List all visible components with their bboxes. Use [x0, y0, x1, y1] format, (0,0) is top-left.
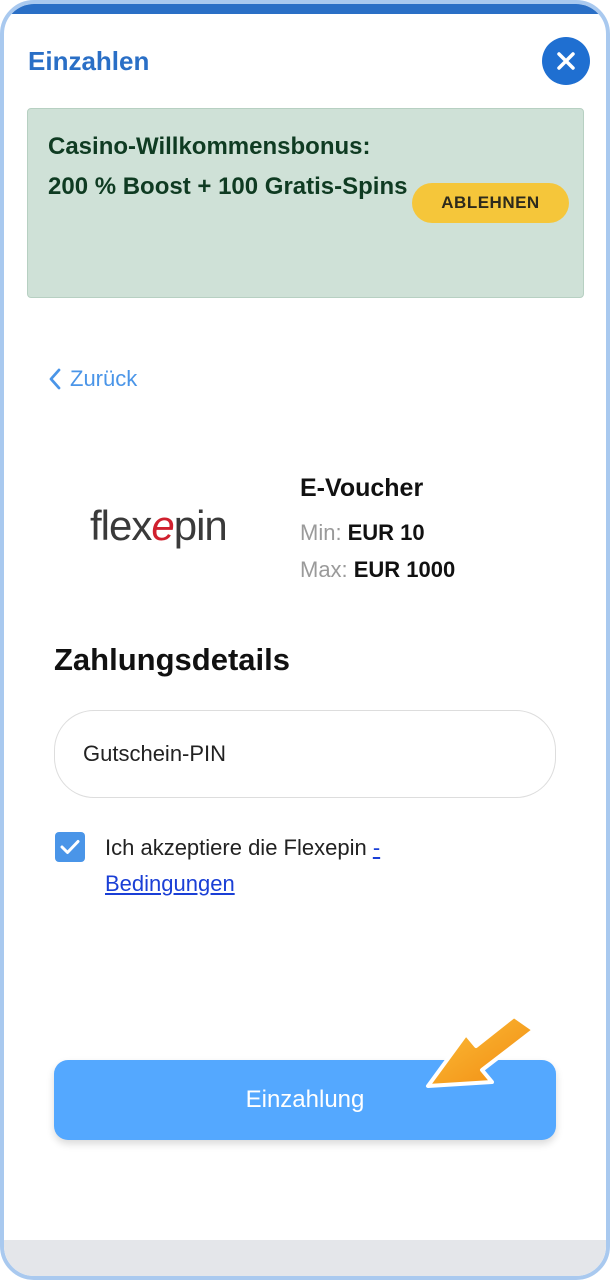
page-title: Einzahlen	[28, 46, 150, 76]
min-amount: Min: EUR 10	[300, 520, 425, 546]
max-value: EUR 1000	[353, 557, 456, 582]
chevron-left-icon	[49, 368, 61, 390]
close-button[interactable]	[542, 37, 590, 85]
min-label: Min:	[300, 520, 342, 545]
close-icon	[557, 52, 575, 70]
top-accent-bar	[4, 4, 606, 14]
terms-checkbox[interactable]	[55, 832, 85, 862]
bonus-text: Casino-Willkommensbonus: 200 % Boost + 1…	[48, 133, 408, 200]
decline-bonus-button[interactable]: ABLEHNEN	[412, 183, 569, 223]
min-value: EUR 10	[347, 520, 425, 545]
checkmark-icon	[60, 840, 80, 854]
back-link[interactable]: Zurück	[48, 366, 137, 392]
logo-part3: pin	[173, 502, 228, 549]
terms-label: Ich akzeptiere die Flexepin	[105, 835, 373, 860]
bonus-banner: Casino-Willkommensbonus: 200 % Boost + 1…	[27, 108, 584, 298]
max-label: Max:	[300, 557, 348, 582]
flexepin-logo: flexepin	[90, 502, 250, 562]
section-title: Zahlungsdetails	[54, 642, 290, 677]
pointer-arrow-icon	[426, 1014, 536, 1088]
logo-part2: e	[151, 502, 174, 549]
terms-text: Ich akzeptiere die Flexepin - Bedingunge…	[105, 830, 465, 902]
voucher-pin-input[interactable]	[54, 710, 556, 798]
payment-method-title: E-Voucher	[300, 474, 424, 502]
bottom-bar	[4, 1240, 606, 1276]
max-amount: Max: EUR 1000	[300, 557, 455, 583]
logo-part1: flex	[90, 502, 152, 549]
deposit-modal: Einzahlen Casino-Willkommensbonus: 200 %…	[0, 0, 610, 1280]
back-label: Zurück	[70, 366, 138, 391]
